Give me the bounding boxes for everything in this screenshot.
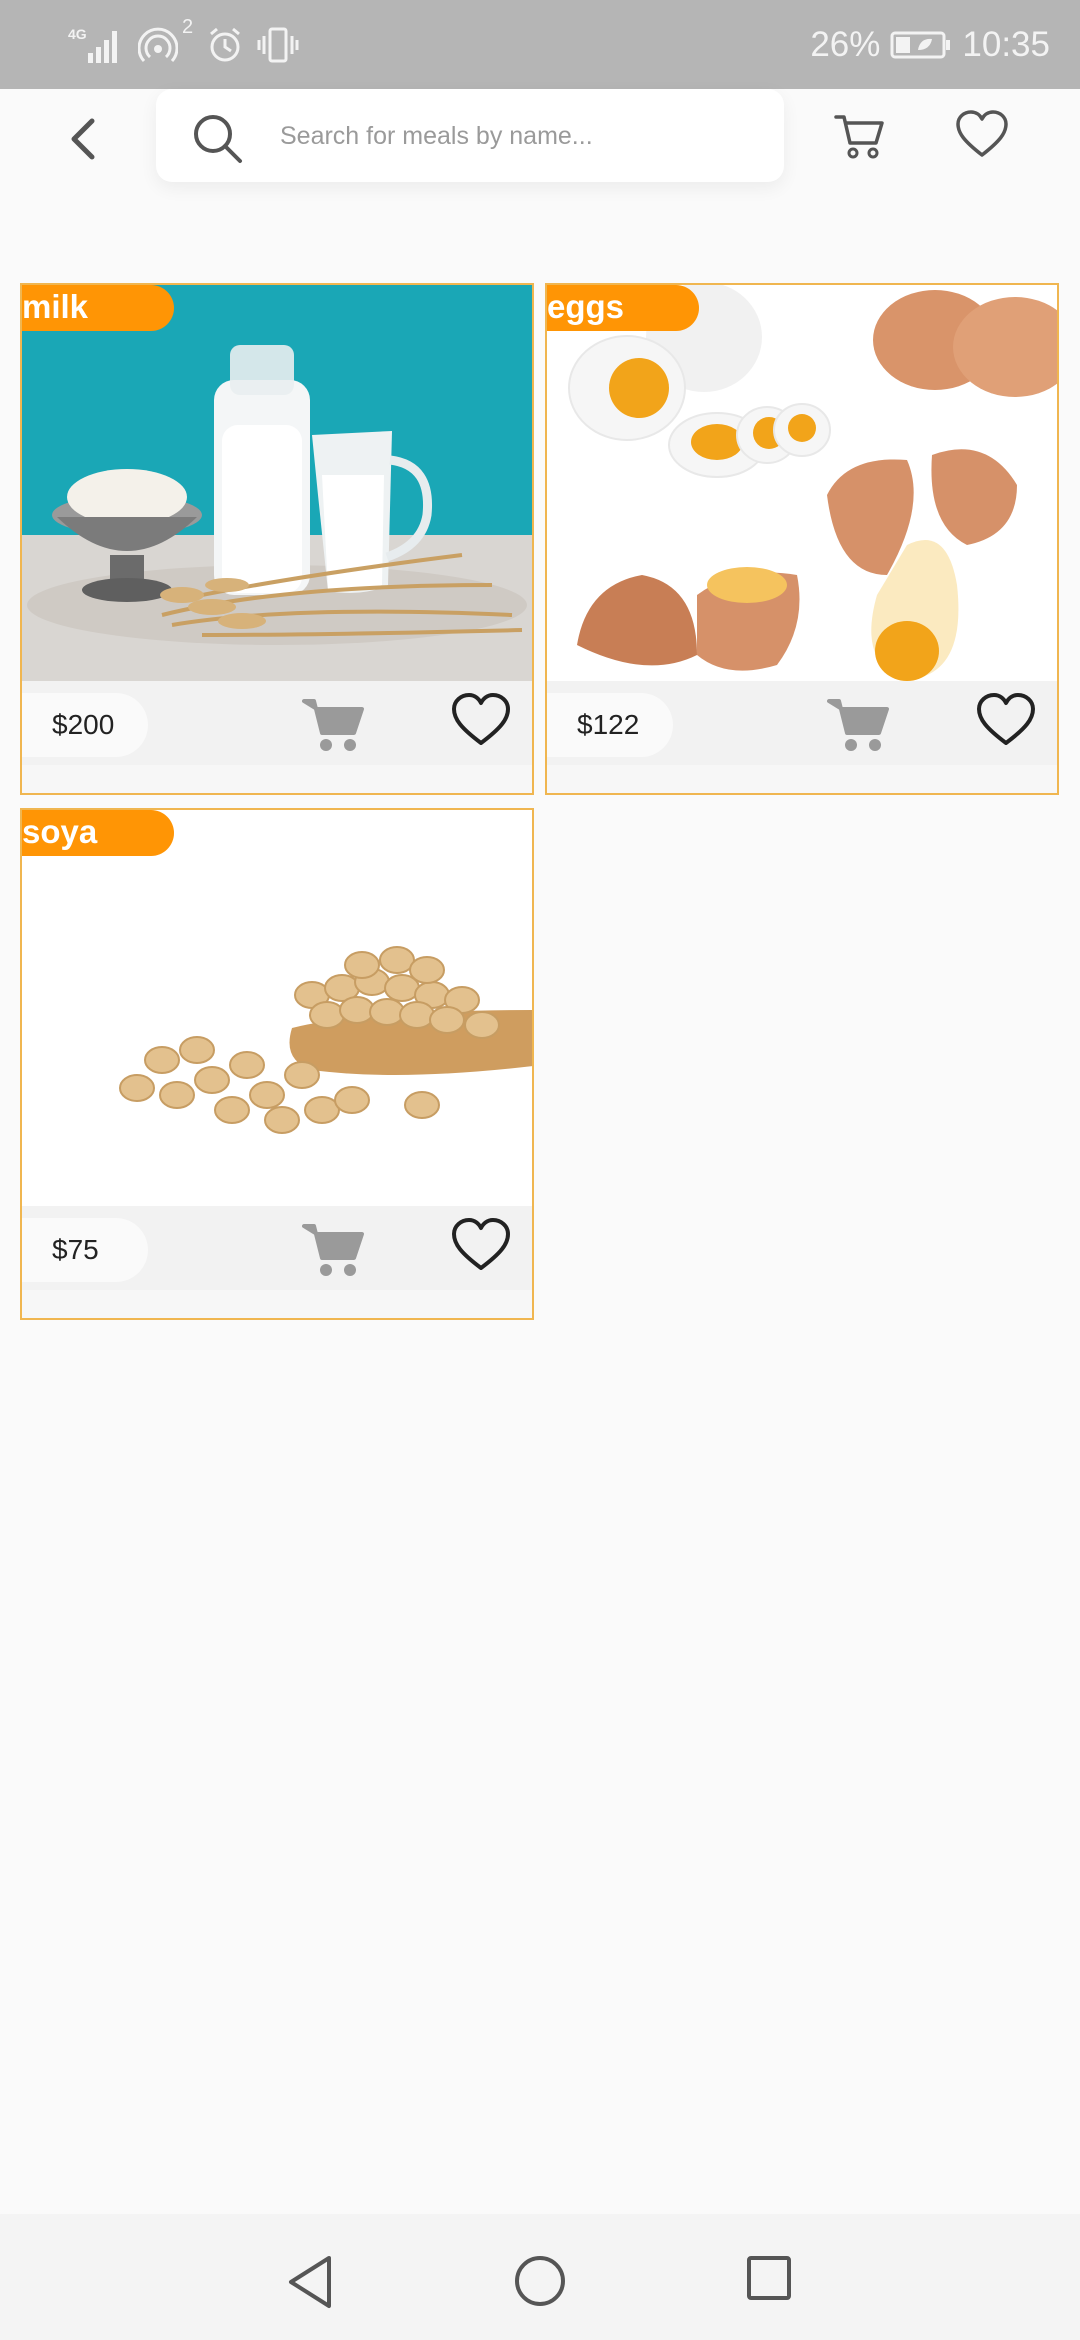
product-name: eggs <box>547 288 625 325</box>
notification-count: 2 <box>182 15 194 38</box>
top-bar <box>0 89 1080 199</box>
nav-home-icon[interactable] <box>513 2254 567 2308</box>
clock: 10:35 <box>962 25 1050 64</box>
product-footer: $75 <box>22 1206 532 1290</box>
product-name-badge: eggs <box>547 285 699 331</box>
product-price: $200 <box>22 693 148 757</box>
product-image-soya <box>22 810 532 1206</box>
favorites-icon[interactable] <box>954 107 1010 163</box>
battery-percent: 26% <box>810 25 881 64</box>
product-footer: $200 <box>22 681 532 765</box>
product-image-milk <box>22 285 532 681</box>
battery-icon <box>890 31 951 59</box>
search-bar[interactable] <box>156 89 784 182</box>
svg-text:4G: 4G <box>68 26 87 42</box>
add-to-cart-icon[interactable] <box>827 695 891 755</box>
vibrate-icon <box>257 27 299 63</box>
product-price: $75 <box>22 1218 148 1282</box>
add-to-cart-icon[interactable] <box>302 1220 366 1280</box>
hotspot-icon <box>138 27 178 63</box>
product-name: milk <box>22 288 89 325</box>
product-card-milk[interactable]: milk $200 <box>20 283 534 795</box>
product-name-badge: soya <box>22 810 174 856</box>
product-footer: $122 <box>547 681 1057 765</box>
product-card-soya[interactable]: soya $75 <box>20 808 534 1320</box>
product-image-eggs <box>547 285 1057 681</box>
signal-icon: 4G <box>68 26 117 63</box>
search-icon <box>194 115 242 163</box>
alarm-icon <box>210 27 241 62</box>
product-card-eggs[interactable]: eggs $122 <box>545 283 1059 795</box>
favorite-heart-icon[interactable] <box>450 691 512 749</box>
nav-back-icon[interactable] <box>285 2254 335 2310</box>
product-name-badge: milk <box>22 285 174 331</box>
nav-recent-icon[interactable] <box>745 2254 793 2302</box>
system-nav-bar <box>0 2214 1080 2340</box>
favorite-heart-icon[interactable] <box>975 691 1037 749</box>
favorite-heart-icon[interactable] <box>450 1216 512 1274</box>
add-to-cart-icon[interactable] <box>302 695 366 755</box>
product-price: $122 <box>547 693 673 757</box>
cart-icon[interactable] <box>832 107 888 163</box>
status-bar: 4G 2 26% 10:35 <box>0 0 1080 89</box>
product-name: soya <box>22 813 98 850</box>
search-input[interactable] <box>278 109 762 163</box>
back-icon[interactable] <box>60 109 104 169</box>
